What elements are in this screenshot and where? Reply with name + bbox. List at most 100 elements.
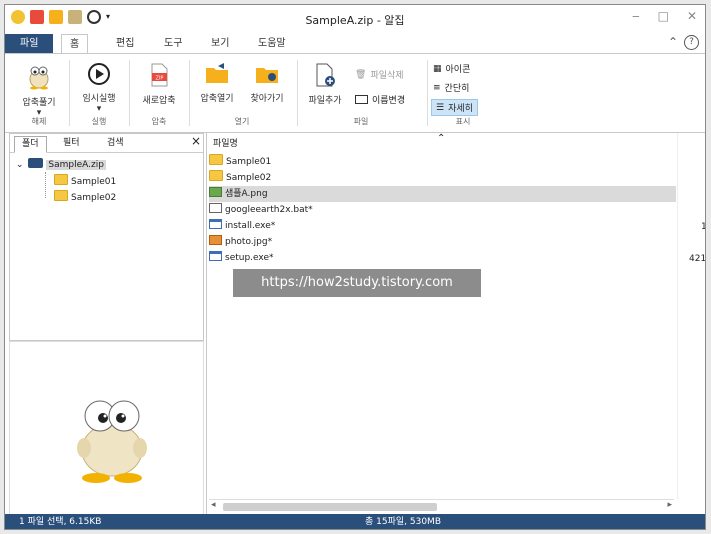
zip-open-label: 압축열기 bbox=[200, 94, 234, 104]
rename-label: 이름변경 bbox=[372, 96, 406, 106]
file-row[interactable]: photo.jpg* bbox=[209, 234, 676, 250]
divider bbox=[297, 60, 298, 126]
group-label-run: 실행 bbox=[91, 117, 107, 126]
file-name: Sample02 bbox=[226, 173, 272, 183]
sort-up-icon: ⌃ bbox=[437, 133, 446, 144]
file-row[interactable]: install.exe* bbox=[209, 218, 676, 234]
file-name: setup.exe* bbox=[225, 253, 274, 263]
svg-text:ZIP: ZIP bbox=[156, 76, 164, 82]
rename-icon bbox=[355, 95, 368, 104]
file-row[interactable]: Sample01 bbox=[209, 154, 676, 170]
folder-icon bbox=[54, 190, 68, 201]
tree-item-sample01[interactable]: Sample01 bbox=[54, 174, 116, 188]
new-zip-icon: ZIP bbox=[151, 63, 168, 87]
scroll-right-icon[interactable]: ▸ bbox=[667, 500, 672, 510]
file-name: googleearth2x.bat* bbox=[225, 205, 313, 215]
size-value: 421 bbox=[689, 254, 706, 264]
help-icon[interactable]: ? bbox=[684, 35, 699, 50]
view-detail-option[interactable]: ☰ 자세히 bbox=[431, 99, 478, 116]
scrollbar-thumb[interactable] bbox=[223, 503, 437, 511]
add-file-label: 파일추가 bbox=[308, 96, 342, 106]
tab-help[interactable]: 도움말 bbox=[250, 34, 294, 53]
horizontal-scrollbar[interactable]: ◂ ▸ bbox=[209, 499, 674, 514]
folder-icon bbox=[209, 170, 223, 181]
group-label-view: 표시 bbox=[455, 117, 471, 126]
folder-locate-icon bbox=[256, 68, 278, 83]
divider bbox=[427, 60, 428, 126]
folder-open-icon bbox=[206, 63, 228, 83]
group-label-file: 파일 bbox=[353, 117, 369, 126]
folder-icon bbox=[54, 174, 68, 185]
group-label-compress: 압축 bbox=[151, 117, 167, 126]
tab-search[interactable]: 검색 bbox=[100, 136, 131, 151]
file-name: Sample01 bbox=[226, 157, 272, 167]
file-name: 샘플A.png bbox=[225, 189, 268, 199]
status-bar: 1 파일 선택, 6.15KB 총 15파일, 530MB bbox=[5, 514, 705, 529]
zip-open-button[interactable]: 압축열기 bbox=[193, 62, 241, 104]
tab-edit[interactable]: 편집 bbox=[108, 34, 142, 53]
file-row[interactable]: setup.exe* bbox=[209, 250, 676, 266]
batch-file-icon bbox=[209, 203, 222, 213]
view-icon-option[interactable]: ▦ 아이콘 bbox=[433, 62, 471, 76]
close-icon[interactable]: ✕ bbox=[687, 9, 697, 23]
zip-file-icon bbox=[28, 158, 44, 168]
group-label-extract: 해제 bbox=[31, 117, 47, 126]
view-simple-label: 간단히 bbox=[444, 84, 470, 94]
ribbon-tabs: 파일 홈 편집 도구 보기 도움말 ⌃ ? bbox=[5, 32, 705, 55]
new-zip-label: 새로압축 bbox=[142, 96, 176, 106]
folder-panel: 폴더 필터 검색 × ⌄ SampleA.zip Sample01 Sample… bbox=[9, 133, 204, 341]
minimize-icon[interactable]: ‒ bbox=[632, 9, 640, 23]
list-icon: ≡ bbox=[433, 82, 441, 93]
tab-folder[interactable]: 폴더 bbox=[14, 136, 47, 153]
temp-run-button[interactable]: 임시실행 ▾ bbox=[73, 62, 125, 114]
file-list: 파일명 ⌃ Sample01 Sample02 샘플A.png googleea… bbox=[206, 133, 706, 516]
divider bbox=[189, 60, 190, 126]
file-row[interactable]: googleearth2x.bat* bbox=[209, 202, 676, 218]
rename-button[interactable]: 이름변경 bbox=[355, 93, 405, 106]
collapse-ribbon-icon[interactable]: ⌃ bbox=[668, 35, 678, 50]
tab-home[interactable]: 홈 bbox=[61, 34, 89, 55]
column-name[interactable]: 파일명 bbox=[213, 136, 238, 149]
divider bbox=[69, 60, 70, 126]
file-name: photo.jpg* bbox=[225, 237, 273, 247]
tree-item-sample02[interactable]: Sample02 bbox=[54, 190, 116, 204]
tree-item-label: Sample02 bbox=[71, 193, 117, 203]
png-file-icon bbox=[209, 187, 222, 197]
grid-icon: ▦ bbox=[433, 63, 442, 74]
tab-tools[interactable]: 도구 bbox=[156, 34, 190, 53]
tab-file[interactable]: 파일 bbox=[5, 34, 54, 53]
add-file-button[interactable]: 파일추가 bbox=[301, 62, 349, 106]
mascot-character-icon bbox=[77, 400, 147, 483]
find-label: 찾아가기 bbox=[250, 94, 284, 104]
status-selection: 1 파일 선택, 6.15KB bbox=[19, 517, 102, 527]
new-zip-button[interactable]: ZIP 새로압축 bbox=[133, 62, 185, 106]
exe-file-icon bbox=[209, 251, 222, 261]
maximize-icon[interactable]: □ bbox=[658, 9, 669, 23]
watermark-url: https://how2study.tistory.com bbox=[233, 269, 481, 297]
tab-filter[interactable]: 필터 bbox=[56, 136, 87, 151]
extract-button[interactable]: 압축풀기 ▾ bbox=[13, 62, 65, 118]
scroll-left-icon[interactable]: ◂ bbox=[211, 500, 216, 510]
close-panel-icon[interactable]: × bbox=[184, 134, 208, 149]
mascot-icon bbox=[29, 66, 49, 90]
trash-icon: 🗑 bbox=[355, 69, 367, 80]
delete-file-button[interactable]: 🗑 파일삭제 bbox=[355, 68, 404, 82]
mascot-area bbox=[9, 341, 204, 516]
file-row[interactable]: Sample02 bbox=[209, 170, 676, 186]
title-bar: ▾ SampleA.zip - 알집 ‒ □ ✕ bbox=[5, 5, 705, 30]
add-file-icon bbox=[316, 63, 335, 87]
group-label-open: 열기 bbox=[234, 117, 250, 126]
help-area: ⌃ ? bbox=[668, 35, 699, 50]
file-row-selected[interactable]: 샘플A.png bbox=[209, 186, 676, 202]
exe-file-icon bbox=[209, 219, 222, 229]
status-total: 총 15파일, 530MB bbox=[365, 517, 441, 527]
view-simple-option[interactable]: ≡ 간단히 bbox=[433, 81, 470, 95]
tree-root-label: SampleA.zip bbox=[46, 160, 106, 170]
tab-view[interactable]: 보기 bbox=[203, 34, 237, 53]
temp-run-label: 임시실행 bbox=[82, 94, 116, 104]
file-name: install.exe* bbox=[225, 221, 276, 231]
find-button[interactable]: 찾아가기 bbox=[243, 62, 291, 104]
tree-root[interactable]: ⌄ SampleA.zip bbox=[16, 158, 106, 172]
file-list-header[interactable]: 파일명 ⌃ bbox=[207, 133, 677, 149]
view-icon-label: 아이콘 bbox=[445, 65, 471, 75]
